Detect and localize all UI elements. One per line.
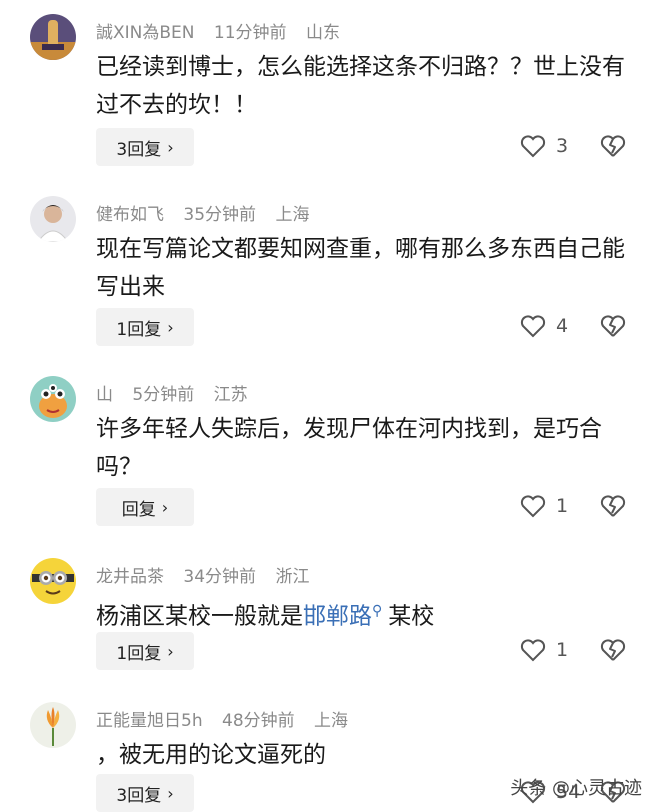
comment-text: 杨浦区某校一般就是邯郸路⚲ 某校 [96,592,636,636]
search-icon[interactable]: ⚲ [372,603,382,619]
comment-time: 34分钟前 [183,567,257,587]
dislike-button[interactable] [600,638,626,666]
like-button[interactable]: 1 [520,638,568,662]
comment-text: 许多年轻人失踪后，发现尸体在河内找到，是巧合吗？ [96,416,602,480]
username[interactable]: 山 [96,385,113,405]
reply-button[interactable]: 1回复 › [96,632,194,670]
dislike-button[interactable] [600,314,626,342]
chevron-right-icon: › [167,317,174,337]
like-button[interactable]: 4 [520,314,568,338]
like-count: 3 [556,135,569,157]
search-link[interactable]: 邯郸路 [303,604,372,630]
reply-label: 1回复 [116,319,162,340]
comment-meta: 誠XIN為BEN 11分钟前 山东 [96,18,354,43]
reply-button[interactable]: 3回复 › [96,774,194,812]
broken-heart-icon [600,315,626,337]
avatar[interactable] [30,558,76,604]
avatar[interactable] [30,376,76,422]
comment-time: 48分钟前 [222,711,295,731]
avatar[interactable] [30,14,76,60]
comment-location: 山东 [305,23,340,43]
broken-heart-icon [600,495,626,517]
comment-meta: 正能量旭日5h 48分钟前 上海 [96,706,362,731]
comment-meta: 山 5分钟前 江苏 [96,380,262,405]
like-count: 4 [556,315,569,337]
watermark: 头条 @心灵古迹 [510,778,642,799]
comment-location: 上海 [275,205,310,225]
dislike-button[interactable] [600,134,626,162]
reply-button[interactable]: 回复 › [96,488,194,526]
like-count: 1 [556,639,569,661]
heart-icon [520,135,546,158]
comment-time: 5分钟前 [132,385,195,405]
comment-location: 上海 [314,711,349,731]
reply-label: 1回复 [116,643,162,664]
avatar[interactable] [30,702,76,748]
comment-text: ，被无用的论文逼死的 [96,742,326,768]
broken-heart-icon [600,135,626,157]
chevron-right-icon: › [167,641,174,661]
username[interactable]: 龙井品茶 [96,567,164,587]
broken-heart-icon [600,639,626,661]
heart-icon [520,495,546,518]
reply-label: 回复 [121,499,156,520]
like-count: 1 [556,495,569,517]
like-button[interactable]: 3 [520,134,568,158]
reply-label: 3回复 [116,139,162,160]
building-icon [30,14,76,60]
username[interactable]: 正能量旭日5h [96,711,203,731]
comment-text-part: 杨浦区某校一般就是 [96,603,303,630]
reply-button[interactable]: 1回复 › [96,308,194,346]
avatar[interactable] [30,196,76,242]
chevron-right-icon: › [161,497,169,517]
reply-label: 3回复 [116,785,162,806]
monster-icon [30,376,76,422]
comment-text: 已经读到博士，怎么能选择这条不归路？？世上没有过不去的坎！！ [96,54,625,118]
comment-location: 浙江 [275,567,310,587]
username[interactable]: 健布如飞 [96,205,164,225]
like-button[interactable]: 1 [520,494,568,518]
comment-time: 35分钟前 [183,205,257,225]
minion-icon [30,558,76,604]
person-icon [30,196,76,242]
comment-location: 江苏 [213,385,248,405]
chevron-right-icon: › [167,783,174,803]
comment-time: 11分钟前 [213,23,287,43]
chevron-right-icon: › [167,137,174,157]
comment-meta: 龙井品茶 34分钟前 浙江 [96,562,323,587]
username[interactable]: 誠XIN為BEN [96,23,195,43]
reply-button[interactable]: 3回复 › [96,128,194,166]
comment-text-part: 某校 [388,603,435,630]
heart-icon [520,639,546,662]
flower-icon [30,702,76,748]
comment-meta: 健布如飞 35分钟前 上海 [96,200,323,225]
dislike-button[interactable] [600,494,626,522]
comment-text: 现在写篇论文都要知网查重，哪有那么多东西自己能写出来 [96,236,625,300]
heart-icon [520,315,546,338]
